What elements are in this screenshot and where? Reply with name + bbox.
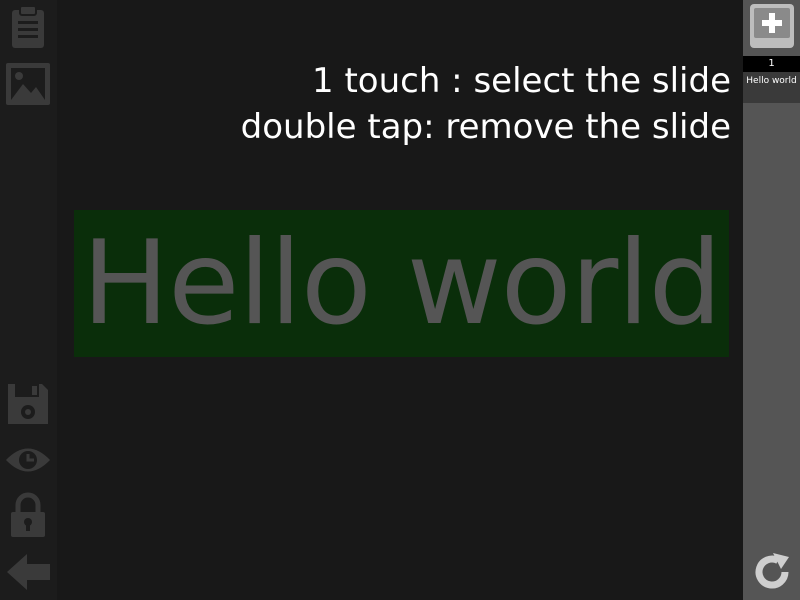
add-slide-icon [750,4,794,48]
hint-line-select: 1 touch : select the slide [312,61,731,101]
app-window: 1 touch : select the slide double tap: r… [0,0,800,600]
back-arrow-icon [7,554,50,590]
slide-canvas[interactable]: 1 touch : select the slide double tap: r… [57,0,743,600]
hint-line-remove: double tap: remove the slide [240,107,731,147]
instruction-hint: 1 touch : select the slide double tap: r… [241,58,731,150]
back-button[interactable] [3,549,53,595]
image-button[interactable] [3,61,53,107]
text-element-content: Hello world [81,216,722,351]
refresh-icon [755,553,789,589]
save-icon [8,384,48,424]
preview-icon [6,448,50,472]
lock-icon [11,492,45,537]
save-button[interactable] [3,381,53,427]
image-icon [6,63,50,105]
clipboard-icon [12,5,44,48]
refresh-button[interactable] [749,548,795,596]
lock-button[interactable] [3,492,53,538]
slide-title: Hello world [743,72,800,103]
text-element[interactable]: Hello world [74,210,729,357]
slides-panel: 1 Hello world [743,0,800,600]
preview-button[interactable] [3,437,53,483]
slide-thumbnail[interactable]: 1 Hello world [743,56,800,103]
add-slide-button[interactable] [749,3,795,49]
clipboard-button[interactable] [3,4,53,50]
slide-number: 1 [743,56,800,72]
left-toolbar [0,0,57,600]
